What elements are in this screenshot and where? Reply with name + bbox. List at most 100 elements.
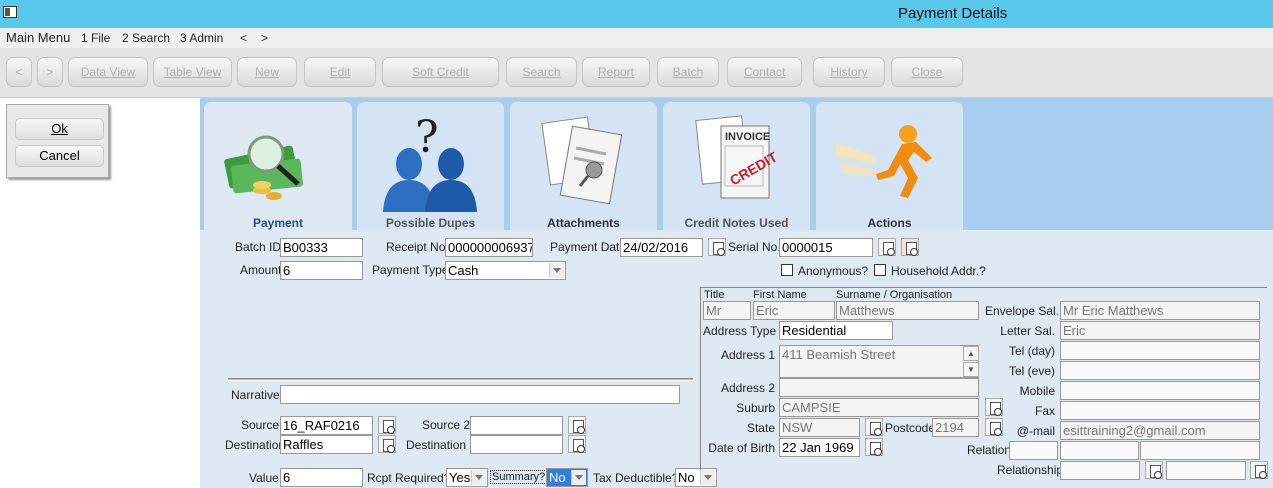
household-checkbox[interactable] xyxy=(874,264,886,276)
payment-type-value: Cash xyxy=(448,263,479,278)
data-view-button[interactable]: Data View xyxy=(68,57,148,87)
source2-label: Source 2 xyxy=(422,418,471,432)
relation-field-2[interactable] xyxy=(1060,441,1139,460)
batch-button[interactable]: Batch xyxy=(657,57,719,87)
payment-date-field[interactable]: 24/02/2016 xyxy=(620,238,703,257)
money-magnifier-icon xyxy=(224,135,303,200)
new-button[interactable]: New xyxy=(237,57,297,87)
envelope-sal-field[interactable]: Mr Eric Matthews xyxy=(1060,301,1260,320)
close-button[interactable]: Close xyxy=(891,57,963,87)
relationship-field-2[interactable] xyxy=(1166,461,1246,480)
tax-deductible-select[interactable]: No xyxy=(675,468,717,487)
value-field[interactable]: 6 xyxy=(280,468,363,487)
address2-field[interactable] xyxy=(779,378,979,397)
edit-button[interactable]: Edit xyxy=(304,57,376,87)
surname-field[interactable]: Matthews xyxy=(836,301,979,320)
menu-main[interactable]: Main Menu xyxy=(6,30,70,45)
receipt-no-label: Receipt No. xyxy=(386,240,449,254)
table-view-button[interactable]: Table View xyxy=(153,57,232,87)
serial-lookup-icon[interactable] xyxy=(878,238,896,256)
dob-field[interactable]: 22 Jan 1969 xyxy=(779,438,860,457)
rcpt-required-select[interactable]: Yes xyxy=(446,468,488,487)
window-icon[interactable] xyxy=(3,6,17,18)
summary-label: Summary? xyxy=(490,470,548,484)
ok-button[interactable]: Ok xyxy=(15,118,104,140)
receipt-no-field[interactable]: 000000006937 xyxy=(445,238,533,257)
postcode-field[interactable]: 2194 xyxy=(932,418,979,437)
tab-payment[interactable]: Payment xyxy=(204,102,352,230)
menu-file[interactable]: 1 File xyxy=(81,31,110,45)
serial-no-field[interactable]: 0000015 xyxy=(779,238,873,257)
cancel-button[interactable]: Cancel xyxy=(15,145,104,167)
menu-admin[interactable]: 3 Admin xyxy=(180,31,223,45)
relation-field[interactable] xyxy=(1009,441,1058,460)
summary-select[interactable]: No xyxy=(546,468,588,487)
state-lookup-icon[interactable] xyxy=(865,418,883,436)
toolbar: < > Data View Table View New Edit Soft C… xyxy=(0,48,1273,98)
source2-field[interactable] xyxy=(470,416,563,435)
serial-action-icon[interactable] xyxy=(901,238,919,256)
surname-label: Surname / Organisation xyxy=(836,289,953,301)
menu-search[interactable]: 2 Search xyxy=(122,31,170,45)
tab-attachments[interactable]: Attachments xyxy=(510,102,657,230)
address-type-field[interactable]: Residential xyxy=(779,321,893,340)
first-name-field[interactable]: Eric xyxy=(753,301,835,320)
dob-calendar-icon[interactable] xyxy=(865,438,883,456)
letter-sal-field[interactable]: Eric xyxy=(1060,321,1260,340)
history-button[interactable]: History xyxy=(813,57,885,87)
relation-field-3[interactable] xyxy=(1140,441,1260,460)
payment-date-label: Payment Date xyxy=(550,240,627,254)
state-field[interactable]: NSW xyxy=(779,418,860,437)
suburb-field[interactable]: CAMPSIE xyxy=(779,398,979,417)
destination2-lookup-icon[interactable] xyxy=(568,435,586,453)
fax-label: Fax xyxy=(1034,404,1055,418)
relationship-field[interactable] xyxy=(1060,461,1140,480)
search-button[interactable]: Search xyxy=(506,57,577,87)
narrative-field[interactable] xyxy=(280,385,680,404)
source-lookup-icon[interactable] xyxy=(378,416,396,434)
running-man-icon xyxy=(836,125,932,198)
destination2-field[interactable] xyxy=(470,435,563,454)
tab-possible-dupes[interactable]: ? Possible Dupes xyxy=(357,102,504,230)
soft-credit-button[interactable]: Soft Credit xyxy=(382,57,499,87)
report-button[interactable]: Report xyxy=(582,57,650,87)
address2-label: Address 2 xyxy=(720,381,775,395)
scroll-down-icon[interactable]: ▼ xyxy=(963,362,979,377)
people-question-icon: ? xyxy=(383,112,477,212)
tel-eve-field[interactable] xyxy=(1060,361,1260,380)
next-button[interactable]: > xyxy=(37,57,63,87)
anonymous-checkbox[interactable] xyxy=(781,264,793,276)
title-field[interactable]: Mr xyxy=(703,301,751,320)
tel-eve-label: Tel (eve) xyxy=(1008,364,1055,378)
menu-forward[interactable]: > xyxy=(261,31,268,45)
relationship-label: Relationship xyxy=(997,463,1064,477)
payment-type-select[interactable]: Cash xyxy=(445,261,566,280)
amount-field[interactable]: 6 xyxy=(280,261,363,280)
relationship2-lookup-icon[interactable] xyxy=(1250,461,1268,479)
source-field[interactable]: 16_RAF0216 xyxy=(280,416,373,435)
tab-credit-notes-used[interactable]: INVOICE CREDIT Credit Notes Used xyxy=(663,102,810,230)
tax-deductible-value: No xyxy=(678,470,695,485)
fax-field[interactable] xyxy=(1060,401,1260,420)
calendar-picker-icon[interactable] xyxy=(708,238,726,256)
invoice-pin-icon xyxy=(541,116,623,205)
tel-day-field[interactable] xyxy=(1060,341,1260,360)
destination-field[interactable]: Raffles xyxy=(280,435,373,454)
contact-button[interactable]: Contact xyxy=(727,57,802,87)
mobile-label: Mobile xyxy=(1019,384,1055,398)
suburb-label: Suburb xyxy=(736,401,775,415)
section-divider xyxy=(228,378,693,381)
prev-button[interactable]: < xyxy=(6,57,32,87)
destination-lookup-icon[interactable] xyxy=(378,435,396,453)
mobile-field[interactable] xyxy=(1060,381,1260,400)
relationship-lookup-icon[interactable] xyxy=(1145,461,1163,479)
source2-lookup-icon[interactable] xyxy=(568,416,586,434)
tab-payment-label: Payment xyxy=(252,216,304,230)
scroll-up-icon[interactable]: ▲ xyxy=(963,346,979,361)
email-field[interactable]: esittraining2@gmail.com xyxy=(1060,421,1260,440)
address1-field[interactable]: 411 Beamish Street xyxy=(779,345,979,378)
chevron-down-icon xyxy=(704,475,712,480)
menu-back[interactable]: < xyxy=(240,31,247,45)
tab-actions[interactable]: Actions xyxy=(816,102,963,230)
batch-id-field[interactable]: B00333 xyxy=(280,238,363,257)
